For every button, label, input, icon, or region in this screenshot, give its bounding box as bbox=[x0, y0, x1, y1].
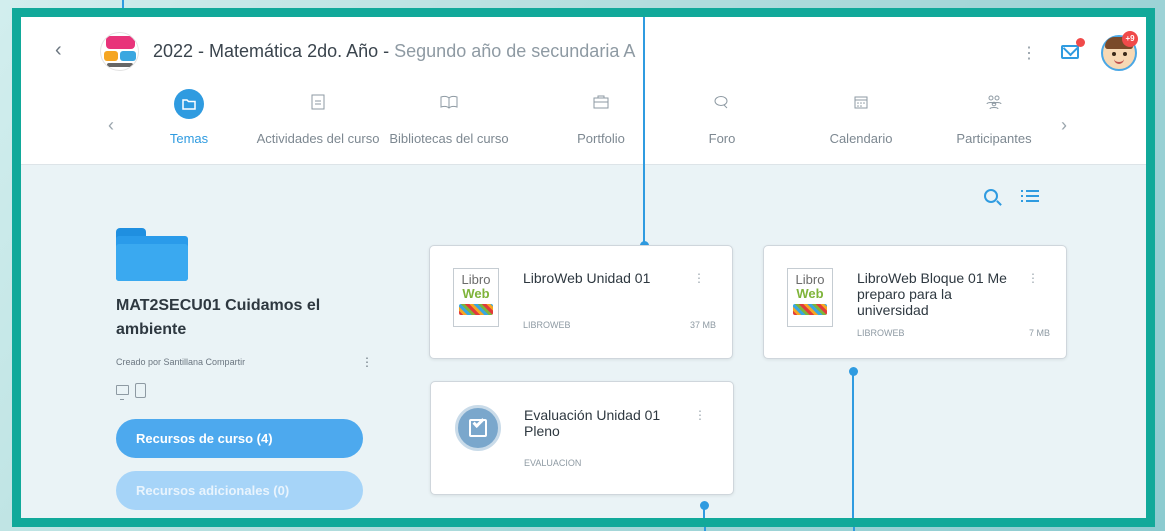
unit-creator: Creado por Santillana Compartir bbox=[116, 357, 246, 367]
callout-line-card2 bbox=[852, 371, 854, 518]
resource-card[interactable]: Libro Web LibroWeb Bloque 01 Me preparo … bbox=[763, 245, 1067, 359]
resource-title: LibroWeb Unidad 01 bbox=[523, 270, 651, 286]
tab-portfolio[interactable]: Portfolio bbox=[546, 89, 656, 146]
tab-label: Bibliotecas del curso bbox=[389, 131, 509, 146]
course-name: 2022 - Matemática 2do. Año - bbox=[153, 41, 395, 61]
course-title: 2022 - Matemática 2do. Año - Segundo año… bbox=[153, 41, 635, 62]
resource-size: 7 MB bbox=[1028, 328, 1050, 338]
resource-type: LIBROWEB bbox=[857, 328, 905, 338]
course-header: ‹ 2022 - Matemática 2do. Año - Segundo a… bbox=[21, 17, 1146, 165]
tab-label: Temas bbox=[169, 131, 209, 146]
callout-line-card1 bbox=[643, 17, 645, 245]
tab-foro[interactable]: Foro bbox=[692, 89, 752, 146]
avatar-badge: +9 bbox=[1122, 31, 1138, 47]
tablet-icon bbox=[135, 383, 146, 398]
course-resources-button[interactable]: Recursos de curso (4) bbox=[116, 419, 363, 458]
monitor-icon bbox=[116, 385, 129, 400]
back-chevron-icon[interactable]: ‹ bbox=[55, 39, 62, 62]
book-icon bbox=[440, 95, 458, 114]
app-frame: ‹ 2022 - Matemática 2do. Año - Segundo a… bbox=[12, 8, 1155, 527]
notification-dot bbox=[1076, 38, 1085, 47]
more-options-icon[interactable]: ⋮ bbox=[1021, 43, 1037, 63]
course-logo bbox=[100, 32, 139, 71]
tab-label: Portfolio bbox=[577, 131, 625, 146]
search-icon[interactable] bbox=[984, 189, 998, 203]
callout-line-card3 bbox=[703, 505, 705, 518]
folder-icon bbox=[116, 228, 188, 281]
resource-card[interactable]: Evaluación Unidad 01 Pleno ⋮ EVALUACION bbox=[430, 381, 734, 495]
resource-title: Evaluación Unidad 01 Pleno bbox=[524, 407, 661, 439]
tab-bibliotecas[interactable]: Bibliotecas del curso bbox=[384, 89, 514, 146]
additional-resources-button[interactable]: Recursos adicionales (0) bbox=[116, 471, 363, 510]
participants-icon bbox=[985, 95, 1003, 114]
libroweb-logo: Libro Web bbox=[453, 268, 499, 327]
tab-label: Actividades del curso bbox=[256, 131, 380, 146]
resource-options-icon[interactable]: ⋮ bbox=[694, 408, 706, 422]
resource-type: LIBROWEB bbox=[523, 320, 571, 330]
resource-card[interactable]: Libro Web LibroWeb Unidad 01 ⋮ LIBROWEB … bbox=[429, 245, 733, 359]
course-section: Segundo año de secundaria A bbox=[394, 41, 636, 61]
tab-label: Foro bbox=[708, 131, 736, 146]
libroweb-logo: Libro Web bbox=[787, 268, 833, 327]
resource-options-icon[interactable]: ⋮ bbox=[693, 271, 705, 285]
evaluation-check-icon bbox=[455, 405, 501, 451]
resource-options-icon[interactable]: ⋮ bbox=[1027, 271, 1039, 285]
tab-temas[interactable]: Temas bbox=[159, 89, 219, 146]
resource-size: 37 MB bbox=[689, 320, 716, 330]
tab-label: Calendario bbox=[829, 131, 893, 146]
mail-icon[interactable] bbox=[1061, 45, 1079, 59]
tab-participantes[interactable]: Participantes bbox=[949, 89, 1039, 146]
tab-calendario[interactable]: Calendario bbox=[821, 89, 901, 146]
tabs-prev-chevron-icon[interactable]: ‹ bbox=[108, 115, 114, 136]
chat-icon bbox=[714, 95, 730, 114]
tabs-next-chevron-icon[interactable]: › bbox=[1061, 115, 1067, 136]
unit-options-icon[interactable]: ⋮ bbox=[361, 355, 373, 369]
tab-label: Participantes bbox=[956, 131, 1032, 146]
folder-icon bbox=[174, 89, 204, 119]
calendar-icon bbox=[854, 95, 868, 114]
callout-line-top-left bbox=[122, 0, 124, 8]
unit-title: MAT2SECU01 Cuidamos el ambiente bbox=[116, 297, 321, 338]
resource-type: EVALUACION bbox=[524, 458, 582, 468]
activities-icon bbox=[311, 94, 325, 115]
tab-actividades[interactable]: Actividades del curso bbox=[253, 89, 383, 146]
list-view-icon[interactable] bbox=[1021, 189, 1039, 203]
resource-title: LibroWeb Bloque 01 Me preparo para la un… bbox=[857, 270, 1007, 318]
briefcase-icon bbox=[593, 95, 609, 114]
